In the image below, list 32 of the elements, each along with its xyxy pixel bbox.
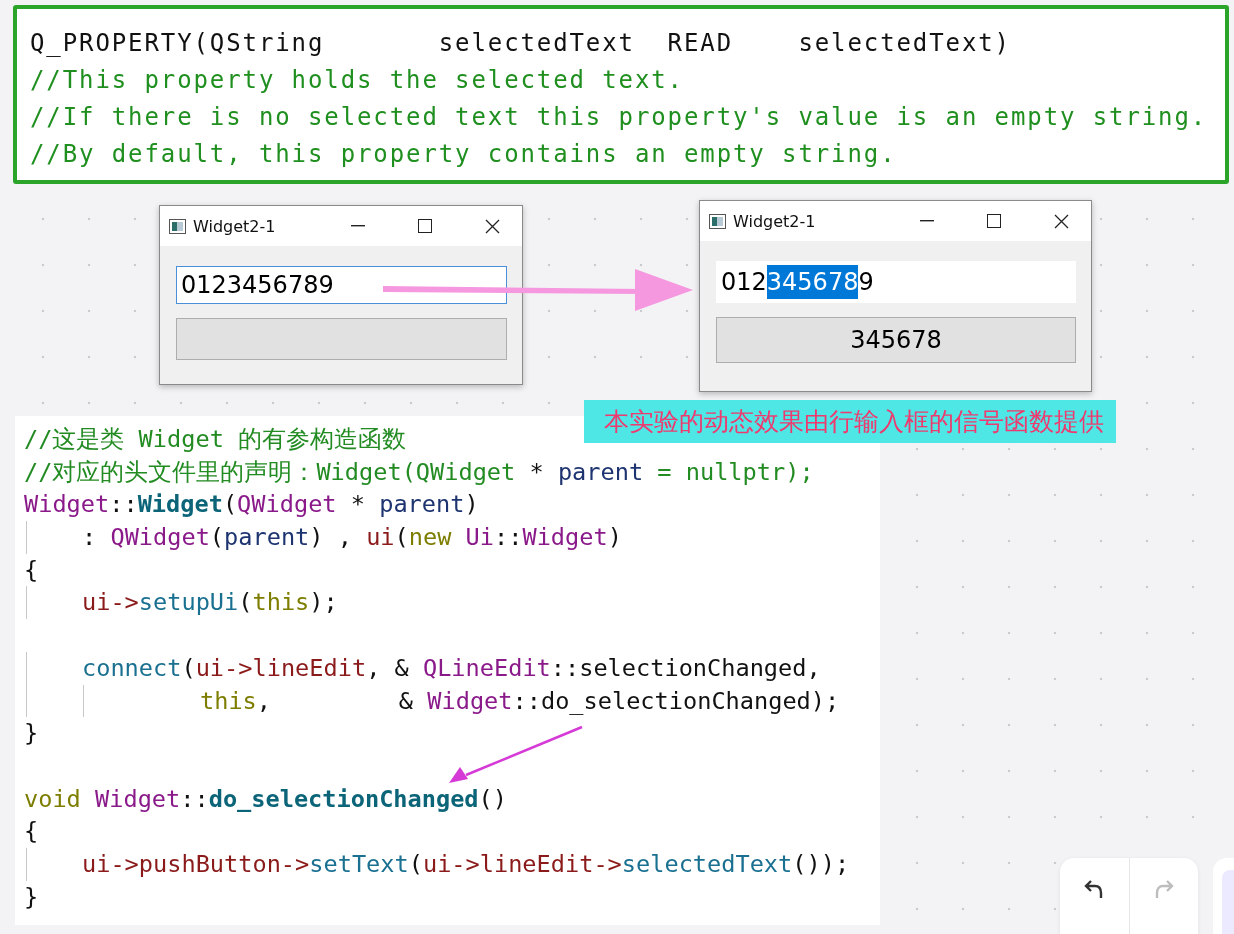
code-line: : QWidget(parent) , ui(new Ui::Widget) <box>24 521 622 554</box>
comment-line: //If there is no selected text this property's value is an empty string. <box>30 102 1208 133</box>
code-line: connect(ui->lineEdit, & QLineEdit::selectionChanged, <box>24 651 821 685</box>
code-line: this, & Widget::do_selectionChanged); <box>24 684 840 718</box>
code-line: } <box>24 881 39 913</box>
minimize-icon <box>351 225 365 227</box>
banner-note: 本实验的动态效果由行输入框的信号函数提供 <box>584 400 1116 443</box>
code-line: Q_PROPERTY(QString selectedText READ selectedText) <box>30 28 1011 59</box>
code-line: { <box>24 554 39 586</box>
maximize-icon <box>987 214 1001 228</box>
code-line: Widget::Widget(QWidget * parent) <box>24 489 479 521</box>
maximize-icon <box>418 219 432 233</box>
comment-line: //This property holds the selected text. <box>30 65 684 96</box>
code-line: void Widget::do_selectionChanged() <box>24 783 507 815</box>
app-icon <box>709 213 726 229</box>
code-line: { <box>24 816 39 848</box>
minimize-icon <box>920 220 934 222</box>
code-line: ui->pushButton->setText(ui->lineEdit->selectedText()); <box>24 847 850 881</box>
code-line: } <box>24 718 39 750</box>
text-input[interactable]: 0123456789 <box>716 261 1076 303</box>
code-line: //这是类 Widget 的有参构造函数 <box>24 424 407 455</box>
code-line: ui->setupUi(this); <box>24 586 338 620</box>
text-input[interactable]: 0123456789 <box>176 266 507 304</box>
window-title: Widget2-1 <box>193 216 277 236</box>
window-title: Widget2-1 <box>733 211 817 231</box>
close-icon <box>484 218 500 234</box>
app-icon <box>169 218 186 234</box>
push-button[interactable]: 345678 <box>716 317 1076 363</box>
close-icon <box>1053 213 1069 229</box>
push-button[interactable] <box>176 318 507 360</box>
comment-line: //By default, this property contains an empty string. <box>30 139 897 170</box>
code-line: //对应的头文件里的声明：Widget(QWidget * parent = nullptr); <box>24 456 814 488</box>
